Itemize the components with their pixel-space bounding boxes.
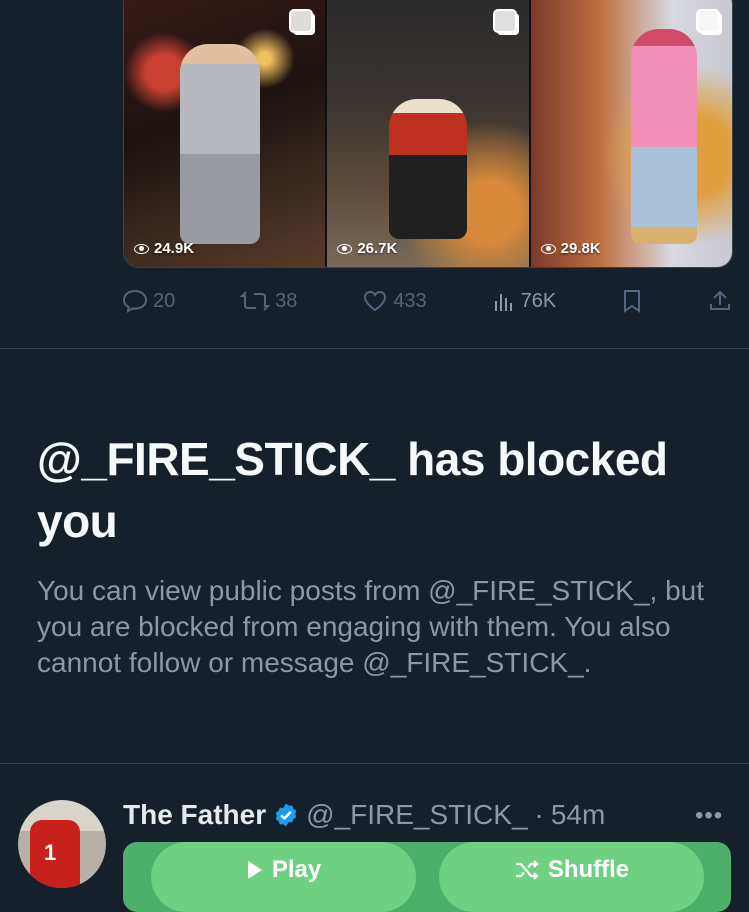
analytics-icon [494, 294, 512, 311]
section-divider [0, 348, 749, 349]
photo-view-count-label: 29.8K [560, 240, 601, 257]
section-divider [0, 763, 749, 764]
shuffle-icon [515, 860, 539, 880]
play-button[interactable]: Play [151, 842, 416, 912]
repost-icon [240, 291, 271, 311]
reply-count: 20 [153, 289, 176, 312]
photo-view-count: 29.8K [540, 240, 601, 257]
share-button[interactable] [708, 289, 732, 313]
user-handle[interactable]: @_FIRE_STICK_ [306, 799, 527, 831]
tweet-media-grid[interactable]: 24.9K 26.7K 29.8K [123, 0, 733, 268]
like-button[interactable]: 433 [362, 289, 427, 313]
multiple-images-icon [695, 9, 720, 33]
photo-person [180, 44, 260, 244]
photo-view-count-label: 24.9K [154, 240, 195, 257]
avatar[interactable]: 1 [18, 800, 106, 888]
media-photo-3[interactable]: 29.8K [530, 0, 732, 267]
verified-badge-icon [275, 803, 297, 827]
avatar-jersey: 1 [30, 820, 80, 888]
repost-button[interactable]: 38 [240, 289, 297, 313]
photo-person [630, 29, 697, 244]
views-button[interactable]: 76K [492, 289, 557, 313]
blocked-description: You can view public posts from @_FIRE_ST… [37, 575, 705, 678]
repost-count: 38 [275, 289, 298, 312]
tweet-header: The Father @_FIRE_STICK_ · 54m [123, 797, 605, 833]
blocked-title: @_FIRE_STICK_ has blocked you [37, 433, 668, 547]
photo-view-count: 26.7K [337, 240, 397, 257]
more-options-icon[interactable]: ••• [695, 802, 723, 830]
music-player-card: Play Shuffle [123, 842, 731, 912]
photo-view-count-label: 26.7K [357, 240, 398, 257]
like-count: 433 [393, 289, 427, 312]
tweet-timestamp[interactable]: 54m [551, 799, 605, 831]
bookmark-icon [624, 290, 641, 313]
shuffle-button[interactable]: Shuffle [439, 842, 704, 912]
reply-icon [122, 289, 148, 313]
avatar-jersey-number: 1 [44, 840, 57, 865]
photo-view-count: 24.9K [134, 240, 194, 257]
eye-icon [337, 243, 353, 254]
play-icon [247, 861, 262, 879]
photo-person [389, 99, 468, 239]
view-count: 76K [520, 289, 557, 312]
play-label: Play [271, 856, 322, 883]
media-photo-2[interactable]: 26.7K [327, 0, 529, 267]
heart-icon [364, 290, 387, 312]
display-name[interactable]: The Father [123, 799, 266, 831]
tweet-action-bar: 20 38 433 76K [122, 283, 732, 319]
reply-button[interactable]: 20 [122, 289, 175, 313]
multiple-images-icon [492, 9, 517, 33]
bookmark-button[interactable] [621, 289, 643, 313]
media-photo-1[interactable]: 24.9K [124, 0, 326, 267]
share-icon [710, 290, 730, 310]
multiple-images-icon [289, 9, 314, 33]
separator-dot: · [534, 799, 544, 830]
eye-icon [540, 243, 556, 254]
eye-icon [134, 243, 149, 254]
shuffle-label: Shuffle [547, 856, 630, 883]
